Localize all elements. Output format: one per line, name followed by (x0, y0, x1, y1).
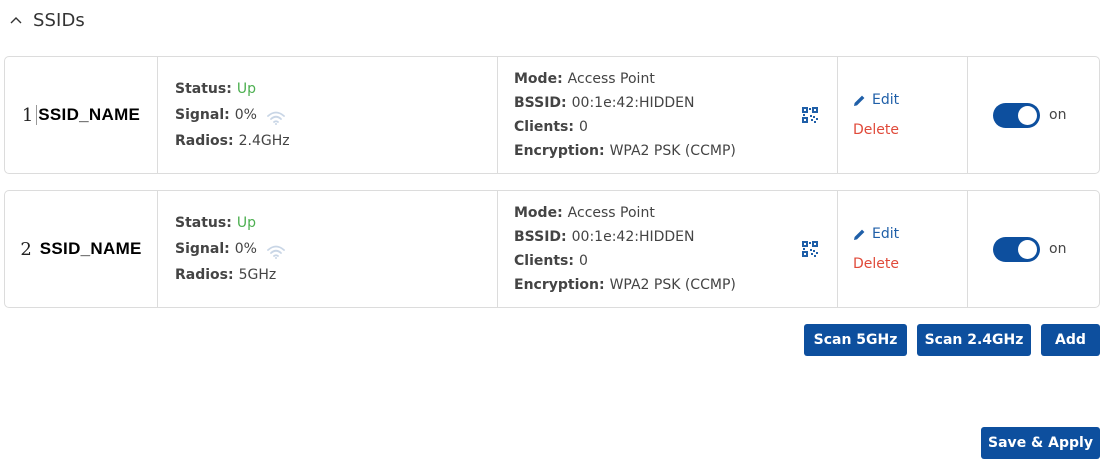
ssid-index: 2 (20, 238, 32, 260)
signal-value: 0% (234, 241, 257, 257)
edit-button[interactable]: Edit (853, 88, 967, 112)
scan-2-4ghz-button[interactable]: Scan 2.4GHz (917, 324, 1031, 356)
bssid-value: 00:1e:42:HIDDEN (571, 229, 695, 245)
radios-row: Radios: 5GHz (175, 262, 497, 288)
ssid-index: 1 (21, 104, 34, 126)
ssid-name: SSID_NAME (39, 239, 142, 258)
toggle-label: on (1049, 241, 1067, 257)
bssid-row: BSSID: 00:1e:42:HIDDEN (514, 225, 837, 249)
ssid-details-cell: Mode: Access Point BSSID: 00:1e:42:HIDDE… (498, 57, 838, 173)
status-value: Up (236, 81, 256, 97)
toggle-knob (1018, 105, 1037, 125)
delete-button[interactable]: Delete (853, 118, 967, 142)
mode-label: Mode: (514, 205, 563, 221)
encryption-value: WPA2 PSK (CCMP) (609, 143, 736, 159)
signal-label: Signal: (175, 107, 230, 123)
encryption-label: Encryption: (514, 143, 605, 159)
radios-label: Radios: (175, 133, 234, 149)
ssid-toggle-cell: on (968, 57, 1099, 173)
enable-toggle[interactable] (993, 102, 1040, 128)
encryption-value: WPA2 PSK (CCMP) (609, 277, 736, 293)
chevron-up-icon[interactable] (8, 12, 24, 28)
status-row: Status: Up (175, 210, 497, 236)
pencil-icon (853, 94, 866, 107)
status-label: Status: (175, 215, 232, 231)
ssid-name-cell: 2 SSID_NAME (5, 191, 158, 307)
wifi-signal-icon (267, 242, 285, 259)
bssid-value: 00:1e:42:HIDDEN (571, 95, 695, 111)
clients-value: 0 (578, 253, 588, 269)
clients-label: Clients: (514, 119, 574, 135)
encryption-row: Encryption: WPA2 PSK (CCMP) (514, 139, 837, 163)
clients-row: Clients: 0 (514, 249, 837, 273)
ssids-section-header[interactable]: SSIDs (8, 6, 85, 34)
status-label: Status: (175, 81, 232, 97)
clients-label: Clients: (514, 253, 574, 269)
mode-row: Mode: Access Point (514, 67, 837, 91)
signal-value: 0% (234, 107, 257, 123)
qr-code-icon[interactable] (801, 240, 819, 258)
mode-value: Access Point (567, 71, 655, 87)
bssid-row: BSSID: 00:1e:42:HIDDEN (514, 91, 837, 115)
qr-code-icon[interactable] (801, 106, 819, 124)
edit-label: Edit (872, 226, 900, 242)
ssid-status-cell: Status: Up Signal: 0% Radios: 5GHz (158, 191, 498, 307)
signal-label: Signal: (175, 241, 230, 257)
add-button[interactable]: Add (1041, 324, 1100, 356)
status-row: Status: Up (175, 76, 497, 102)
delete-button[interactable]: Delete (853, 252, 967, 276)
encryption-row: Encryption: WPA2 PSK (CCMP) (514, 273, 837, 297)
ssid-status-cell: Status: Up Signal: 0% Radios: 2.4GHz (158, 57, 498, 173)
signal-row: Signal: 0% (175, 236, 497, 262)
enable-toggle[interactable] (993, 236, 1040, 262)
ssid-actions-cell: Edit Delete (838, 191, 968, 307)
ssid-name: SSID_NAME (36, 105, 141, 125)
mode-row: Mode: Access Point (514, 201, 837, 225)
clients-row: Clients: 0 (514, 115, 837, 139)
save-apply-button[interactable]: Save & Apply (981, 427, 1100, 459)
edit-button[interactable]: Edit (853, 222, 967, 246)
wifi-signal-icon (267, 108, 285, 125)
bssid-label: BSSID: (514, 95, 567, 111)
radios-value: 2.4GHz (238, 133, 290, 149)
mode-label: Mode: (514, 71, 563, 87)
radios-value: 5GHz (238, 267, 277, 283)
section-title: SSIDs (33, 9, 85, 31)
ssid-card: 1 SSID_NAME Status: Up Signal: 0% Radios… (4, 56, 1100, 174)
ssid-name-cell: 1 SSID_NAME (5, 57, 158, 173)
signal-row: Signal: 0% (175, 102, 497, 128)
encryption-label: Encryption: (514, 277, 605, 293)
scan-5ghz-button[interactable]: Scan 5GHz (804, 324, 907, 356)
ssid-details-cell: Mode: Access Point BSSID: 00:1e:42:HIDDE… (498, 191, 838, 307)
ssid-actions-cell: Edit Delete (838, 57, 968, 173)
toggle-label: on (1049, 107, 1067, 123)
bssid-label: BSSID: (514, 229, 567, 245)
radios-row: Radios: 2.4GHz (175, 128, 497, 154)
toggle-knob (1018, 239, 1037, 259)
status-value: Up (236, 215, 256, 231)
ssid-card: 2 SSID_NAME Status: Up Signal: 0% Radios… (4, 190, 1100, 308)
radios-label: Radios: (175, 267, 234, 283)
pencil-icon (853, 228, 866, 241)
ssid-toggle-cell: on (968, 191, 1099, 307)
mode-value: Access Point (567, 205, 655, 221)
edit-label: Edit (872, 92, 900, 108)
clients-value: 0 (578, 119, 588, 135)
